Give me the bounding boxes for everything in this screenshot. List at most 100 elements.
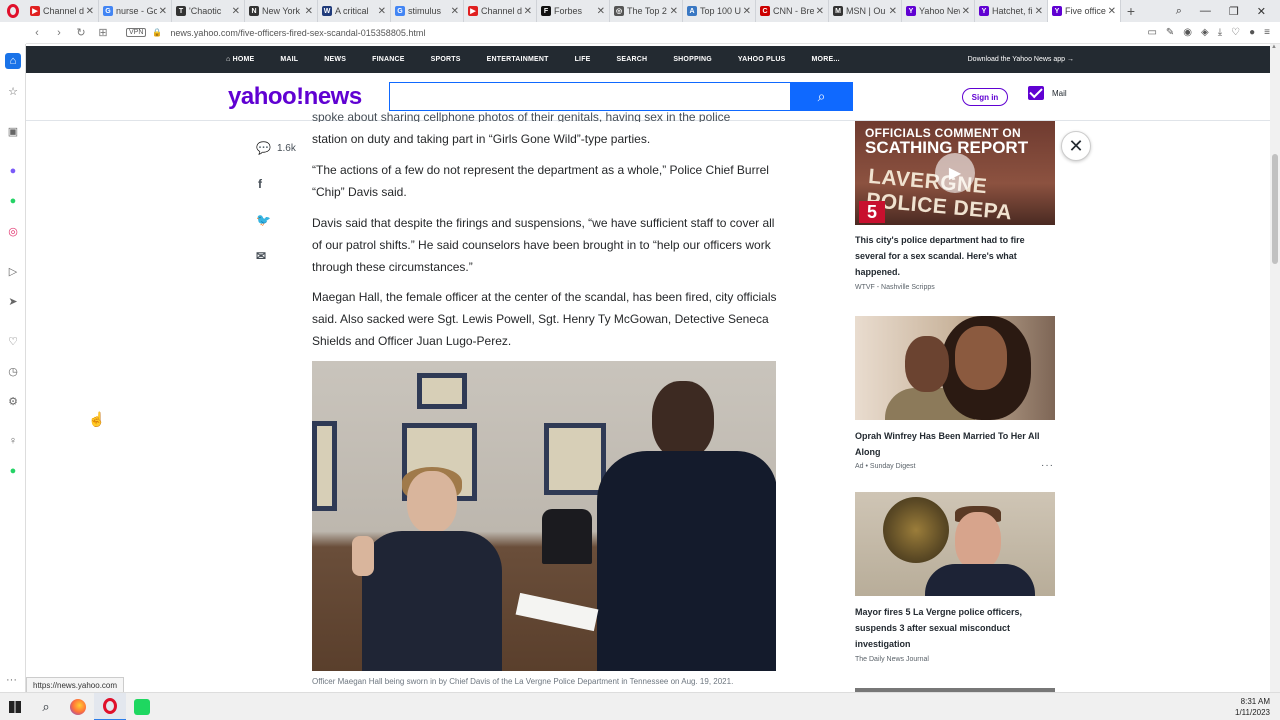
firefox-icon[interactable]	[62, 693, 94, 720]
browser-tab[interactable]: WA critical ✕	[318, 0, 391, 22]
shield-icon[interactable]: ◈	[1201, 27, 1209, 38]
profile-icon[interactable]: ●	[1249, 27, 1255, 38]
nav-item-yahoo-plus[interactable]: YAHOO PLUS	[738, 56, 786, 63]
nav-item-sports[interactable]: SPORTS	[431, 56, 461, 63]
nav-item-finance[interactable]: FINANCE	[372, 56, 405, 63]
rail-story-title[interactable]: Oprah Winfrey Has Been Married To Her Al…	[855, 428, 1055, 460]
browser-tab[interactable]: N New York ✕	[245, 0, 318, 22]
vpn-badge[interactable]: VPN	[126, 28, 147, 37]
whatsapp-icon[interactable]: ●	[5, 193, 21, 209]
facebook-share-button[interactable]: f	[258, 177, 262, 191]
back-button[interactable]: ‹	[26, 27, 48, 39]
search-button[interactable]: ⌕	[790, 82, 853, 111]
download-icon[interactable]: ⤓	[1218, 27, 1222, 38]
edit-icon[interactable]: ✎	[1166, 27, 1174, 38]
play-icon[interactable]: ▶	[935, 153, 975, 193]
browser-tab[interactable]: C CNN - Bre ✕	[756, 0, 829, 22]
download-app-link[interactable]: Download the Yahoo News app →	[968, 56, 1074, 63]
tab-close-icon[interactable]: ✕	[524, 6, 532, 17]
tab-close-icon[interactable]: ✕	[451, 6, 459, 17]
send-icon[interactable]: ➤	[5, 293, 21, 309]
tab-close-icon[interactable]: ✕	[86, 6, 94, 17]
lock-icon[interactable]: 🔒	[152, 28, 162, 37]
scroll-up-icon[interactable]: ▲	[1271, 44, 1277, 50]
twitter-share-button[interactable]: 🐦	[256, 213, 271, 227]
tab-close-icon[interactable]: ✕	[597, 6, 605, 17]
tab-close-icon[interactable]: ✕	[743, 6, 751, 17]
close-window-button[interactable]: ✕	[1257, 5, 1266, 18]
system-clock[interactable]: 8:31 AM 1/11/2023	[1235, 696, 1280, 718]
reload-button[interactable]: ↻	[70, 26, 92, 39]
shopping-icon[interactable]: ▣	[5, 123, 21, 139]
browser-tab[interactable]: T 'Chaotic ✕	[172, 0, 245, 22]
tab-close-icon[interactable]: ✕	[159, 6, 167, 17]
start-button[interactable]	[0, 700, 30, 713]
browser-tab[interactable]: ▶ Channel d ✕	[464, 0, 537, 22]
nav-item-entertainment[interactable]: ENTERTAINMENT	[487, 56, 549, 63]
search-tabs-icon[interactable]: ⌕	[1176, 5, 1182, 18]
instagram-icon[interactable]: ◎	[5, 223, 21, 239]
close-video-button[interactable]: ✕	[1061, 131, 1091, 161]
sidebar-more-icon[interactable]: ···	[6, 674, 17, 686]
forward-button[interactable]: ›	[48, 27, 70, 39]
scroll-thumb[interactable]	[1272, 154, 1278, 264]
taskbar-search-icon[interactable]: ⌕	[30, 693, 62, 720]
more-options-icon[interactable]: ···	[1041, 460, 1054, 471]
tab-close-icon[interactable]: ✕	[816, 6, 824, 17]
rail-story-title[interactable]: Mayor fires 5 La Vergne police officers,…	[855, 604, 1055, 652]
browser-tab[interactable]: A Top 100 U ✕	[683, 0, 756, 22]
history-icon[interactable]: ◷	[5, 363, 21, 379]
page-scrollbar[interactable]: ▲	[1270, 44, 1280, 692]
rail-story-title[interactable]: This city's police department had to fir…	[855, 232, 1055, 280]
sign-in-button[interactable]: Sign in	[962, 88, 1008, 106]
speed-dial-icon[interactable]: ☆	[5, 83, 21, 99]
search-input[interactable]	[389, 82, 790, 111]
browser-tab[interactable]: ◎ The Top 2 ✕	[610, 0, 683, 22]
messenger-icon[interactable]: ●	[5, 163, 21, 179]
video-thumbnail[interactable]: OFFICIALS COMMENT ON SCATHING REPORT LAV…	[855, 121, 1055, 225]
browser-tab[interactable]: Gnurse - Go ✕	[99, 0, 172, 22]
tab-close-icon[interactable]: ✕	[305, 6, 313, 17]
browser-tab[interactable]: M MSN | Ou ✕	[829, 0, 902, 22]
tab-close-icon[interactable]: ✕	[232, 6, 240, 17]
nav-item-more[interactable]: MORE...	[812, 56, 840, 63]
tab-close-icon[interactable]: ✕	[1035, 6, 1043, 17]
nav-item-news[interactable]: NEWS	[324, 56, 346, 63]
browser-tab[interactable]: YYahoo New✕	[902, 0, 975, 22]
email-share-button[interactable]: ✉	[256, 249, 266, 263]
nav-item-home[interactable]: ⌂ HOME	[226, 56, 254, 63]
tips-icon[interactable]: ♀	[5, 433, 21, 449]
tab-close-icon[interactable]: ✕	[962, 6, 970, 17]
comments-button[interactable]: 💬 1.6k	[256, 141, 296, 155]
mail-link[interactable]: Mail	[1028, 86, 1067, 100]
yahoo-news-logo[interactable]: yahoo!news	[228, 83, 362, 111]
browser-tab[interactable]: Gstimulus ✕	[391, 0, 464, 22]
browser-tab[interactable]: Y Five office ✕	[1048, 0, 1121, 22]
rail-story-image[interactable]	[855, 316, 1055, 420]
nav-item-mail[interactable]: MAIL	[280, 56, 298, 63]
tab-close-icon[interactable]: ✕	[670, 6, 678, 17]
restore-button[interactable]: ❐	[1229, 5, 1239, 18]
nav-item-shopping[interactable]: SHOPPING	[673, 56, 712, 63]
favorites-icon[interactable]: ♡	[5, 333, 21, 349]
browser-tab[interactable]: ▶ Channel d ✕	[26, 0, 99, 22]
browser-tab[interactable]: F Forbes ✕	[537, 0, 610, 22]
reader-icon[interactable]: ▭	[1147, 27, 1156, 38]
snapshot-icon[interactable]: ◉	[1183, 27, 1192, 38]
tab-close-icon[interactable]: ✕	[1108, 6, 1116, 17]
tab-grid-icon[interactable]: ⊞	[92, 26, 114, 39]
player-icon[interactable]: ▷	[5, 263, 21, 279]
browser-tab[interactable]: Y Hatchet, fi ✕	[975, 0, 1048, 22]
tab-close-icon[interactable]: ✕	[889, 6, 897, 17]
tab-close-icon[interactable]: ✕	[378, 6, 386, 17]
app-icon[interactable]	[126, 693, 158, 720]
url-field[interactable]: news.yahoo.com/five-officers-fired-sex-s…	[170, 28, 425, 38]
minimize-button[interactable]: —	[1200, 5, 1211, 18]
menu-icon[interactable]: ≡	[1264, 27, 1270, 38]
nav-item-life[interactable]: LIFE	[575, 56, 591, 63]
rail-story-image[interactable]	[855, 492, 1055, 596]
new-tab-button[interactable]: +	[1121, 3, 1141, 19]
opera-menu-icon[interactable]	[0, 0, 26, 22]
home-icon[interactable]: ⌂	[5, 53, 21, 69]
opera-icon[interactable]	[94, 692, 126, 720]
